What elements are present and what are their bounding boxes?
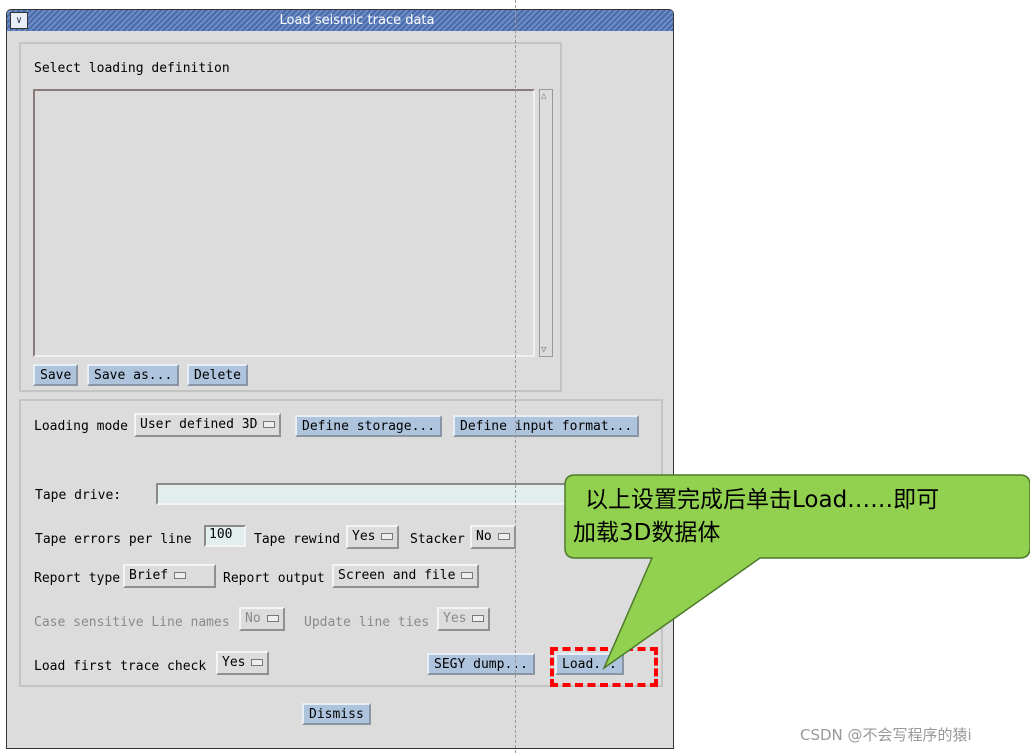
callout-text: 以上设置完成后单击Load……即可 加载3D数据体 <box>573 484 939 550</box>
watermark: CSDN @不会写程序的猿i <box>800 726 972 744</box>
callout-bubble <box>564 474 1030 671</box>
callout-line-2: 加载3D数据体 <box>573 520 721 546</box>
callout-line-1: 以上设置完成后单击Load……即可 <box>585 487 940 513</box>
